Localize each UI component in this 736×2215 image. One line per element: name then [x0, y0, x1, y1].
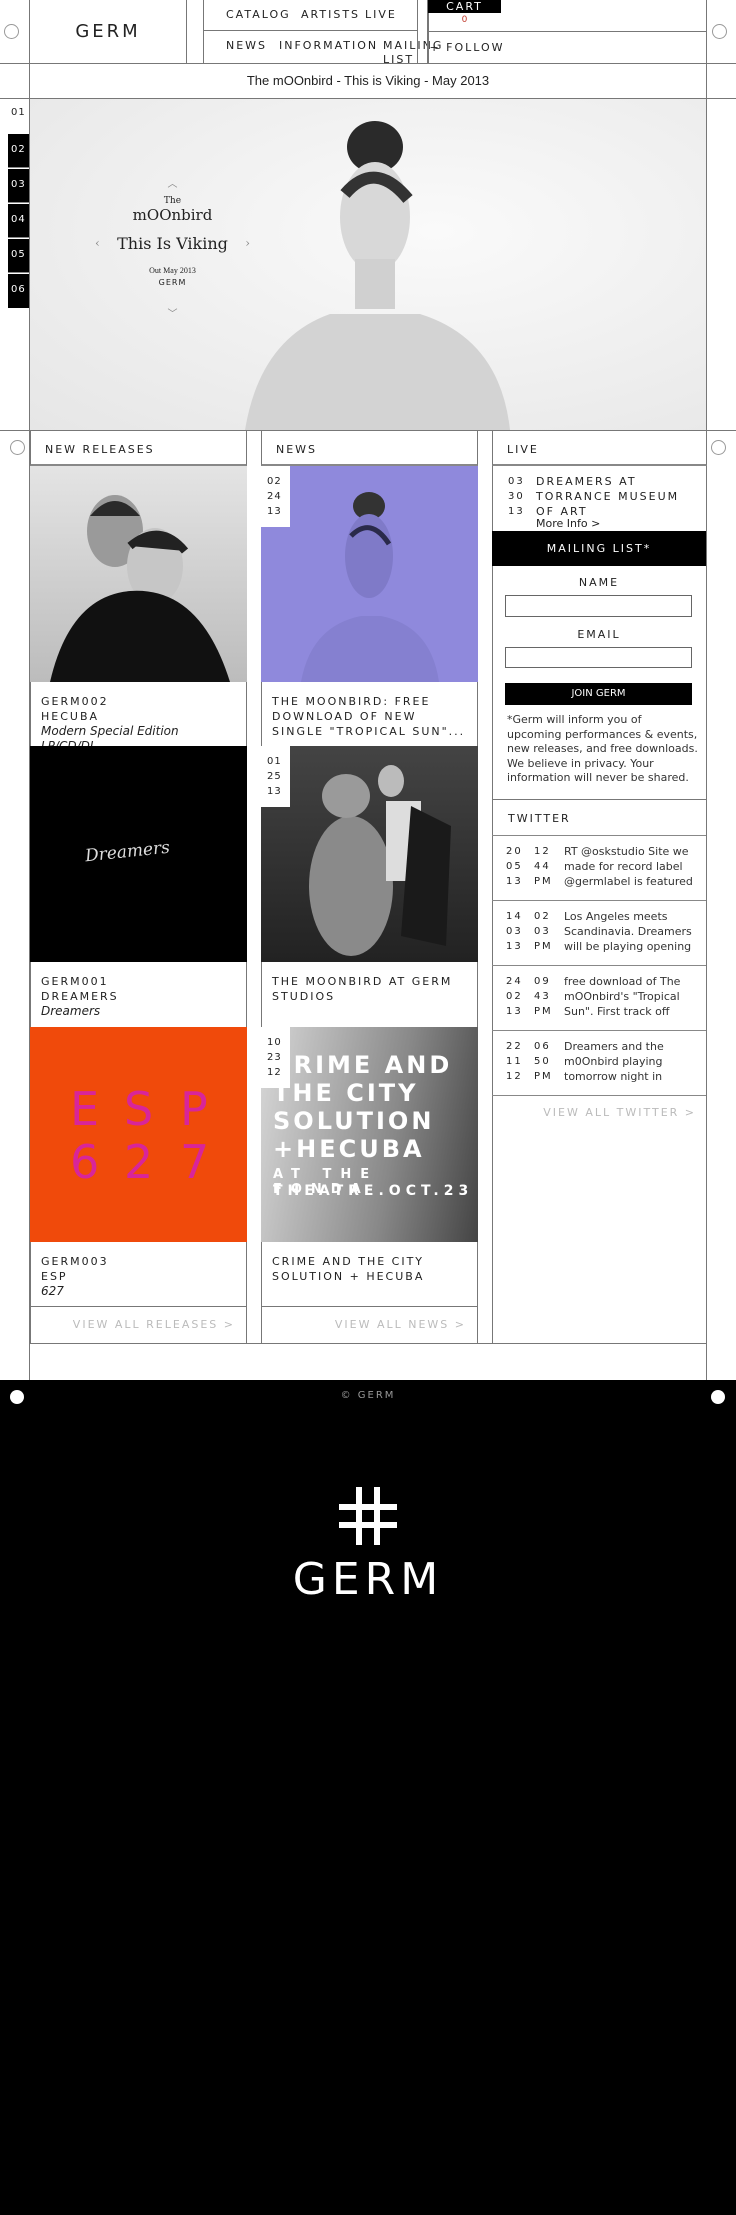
- nav-catalog[interactable]: CATALOG: [226, 8, 291, 21]
- name-label: NAME: [578, 576, 620, 589]
- release-item[interactable]: GERM002 HECUBA Modern Special Edition LP…: [30, 682, 247, 753]
- release-catalog-number: GERM002: [41, 695, 109, 708]
- email-input[interactable]: [505, 647, 692, 668]
- hero-date: Out May 2013: [149, 266, 196, 275]
- mailing-list-heading: MAILING LIST*: [492, 531, 706, 566]
- news-item-title[interactable]: CRIME AND THE CITY SOLUTION + HECUBA: [261, 1242, 478, 1307]
- news-item-title[interactable]: THE MOONBIRD: FREE DOWNLOAD OF NEW SINGL…: [261, 682, 478, 746]
- copyright: © GERM: [340, 1390, 396, 1401]
- cart-label: CART: [428, 0, 501, 13]
- release-title: 627: [41, 1284, 64, 1298]
- footer: © GERM GERM: [0, 1380, 736, 2215]
- live-event[interactable]: 03 30 13 DREAMERS AT TORRANCE MUSEUM OF AR…: [492, 466, 706, 531]
- release-artist: ESP: [41, 1270, 68, 1283]
- dreamers-script-logo: Dreamers: [84, 837, 171, 867]
- cart-count: 0: [461, 15, 468, 25]
- left-rail-circle-2: [10, 440, 25, 455]
- mailing-privacy-note: *Germ will inform you of upcoming perfor…: [507, 713, 698, 784]
- news-heading: NEWS: [261, 430, 478, 466]
- slide-02[interactable]: 02: [8, 134, 29, 168]
- follow-button[interactable]: + FOLLOW: [428, 32, 506, 63]
- news-date: 10 23 12: [261, 1027, 290, 1088]
- live-heading: LIVE: [492, 430, 707, 466]
- release-cover-dreamers[interactable]: Dreamers: [30, 746, 247, 962]
- tweet[interactable]: 22 11 12 06 50 PM Dreamers and the m0Onbird …: [492, 1031, 706, 1096]
- hero-label: GERM: [158, 278, 187, 287]
- tweet-text: free download of The mOOnbird's "Tropica…: [564, 975, 681, 1018]
- nav-news[interactable]: NEWS: [226, 39, 267, 52]
- slide-06[interactable]: 06: [8, 274, 29, 308]
- live-event-title: DREAMERS AT TORRANCE MUSEUM OF ART: [536, 475, 680, 518]
- tweet[interactable]: 20 05 13 12 44 PM RT @oskstudio Site we made…: [492, 836, 706, 901]
- news-image-studio[interactable]: 01 25 13: [261, 746, 478, 962]
- view-all-releases-link[interactable]: VIEW ALL RELEASES >: [30, 1318, 235, 1331]
- join-germ-button[interactable]: JOIN GERM: [505, 683, 692, 705]
- tweet-text: Dreamers and the m0Onbird playing tomorr…: [564, 1040, 664, 1083]
- nav-artists[interactable]: ARTISTS: [301, 8, 360, 21]
- tweet[interactable]: 14 03 13 02 03 PM Los Angeles meets Scandina…: [492, 901, 706, 966]
- right-rail-circle-2: [711, 440, 726, 455]
- slide-05[interactable]: 05: [8, 239, 29, 273]
- view-all-news-link[interactable]: VIEW ALL NEWS >: [261, 1318, 466, 1331]
- tweet-text: RT @oskstudio Site we made for record la…: [564, 845, 693, 888]
- germ-hash-logo-icon: [339, 1487, 397, 1545]
- hero-title: This Is Viking: [117, 234, 228, 253]
- release-catalog-number: GERM001: [41, 975, 109, 988]
- email-label: EMAIL: [577, 628, 621, 641]
- news-image-poster[interactable]: CRIME AND THE CITY SOLUTION +HECUBA AT T…: [261, 1027, 478, 1242]
- right-rail-circle: [712, 24, 727, 39]
- news-image-moonbird[interactable]: 02 24 13: [261, 466, 478, 682]
- live-event-date: 03 30 13: [508, 476, 525, 517]
- footer-logo-text: GERM: [292, 1554, 444, 1605]
- slide-04[interactable]: 04: [8, 204, 29, 238]
- prev-arrow-icon[interactable]: ‹: [95, 236, 100, 250]
- news-date: 02 24 13: [261, 466, 290, 527]
- hero-the: The: [163, 196, 182, 206]
- left-rail-circle: [4, 24, 19, 39]
- release-cover-esp[interactable]: E S P 6 2 7: [30, 1027, 247, 1242]
- name-input[interactable]: [505, 595, 692, 617]
- chevron-up-icon[interactable]: ︿: [80, 175, 265, 190]
- hero-artist: mOOnbird: [132, 206, 213, 224]
- chevron-down-icon[interactable]: ﹀: [80, 305, 265, 320]
- live-more-info-link[interactable]: More Info >: [536, 517, 600, 530]
- next-arrow-icon[interactable]: ›: [245, 236, 250, 250]
- news-date: 01 25 13: [261, 746, 290, 807]
- tweet[interactable]: 24 02 13 09 43 PM free download of The mOOnb…: [492, 966, 706, 1031]
- release-item[interactable]: GERM003 ESP 627: [30, 1242, 247, 1307]
- banner[interactable]: The mOOnbird - This is Viking - May 2013: [30, 64, 706, 98]
- release-catalog-number: GERM003: [41, 1255, 109, 1268]
- slide-01[interactable]: 01: [8, 104, 29, 121]
- slide-03[interactable]: 03: [8, 169, 29, 203]
- release-title: Dreamers: [41, 1004, 101, 1018]
- tweet-text: Los Angeles meets Scandinavia. Dreamers …: [564, 910, 692, 953]
- rail-line-right: [706, 0, 707, 430]
- logo[interactable]: GERM: [30, 0, 187, 63]
- nav-live[interactable]: LIVE: [365, 8, 397, 21]
- release-cover-hecuba[interactable]: [30, 466, 247, 682]
- view-all-twitter-link[interactable]: VIEW ALL TWITTER >: [492, 1106, 696, 1119]
- release-item[interactable]: GERM001 DREAMERS Dreamers: [30, 962, 247, 1027]
- nav-information[interactable]: INFORMATION: [279, 39, 378, 52]
- twitter-heading: TWITTER: [492, 800, 706, 836]
- cart-button[interactable]: CART 0: [428, 0, 706, 31]
- releases-heading: NEW RELEASES: [30, 430, 247, 466]
- news-item-title[interactable]: THE MOONBIRD AT GERM STUDIOS: [261, 962, 478, 1027]
- release-artist: DREAMERS: [41, 990, 119, 1003]
- hero-caption: ︿ The mOOnbird ‹ This Is Viking › Out Ma…: [80, 175, 265, 320]
- release-artist: HECUBA: [41, 710, 100, 723]
